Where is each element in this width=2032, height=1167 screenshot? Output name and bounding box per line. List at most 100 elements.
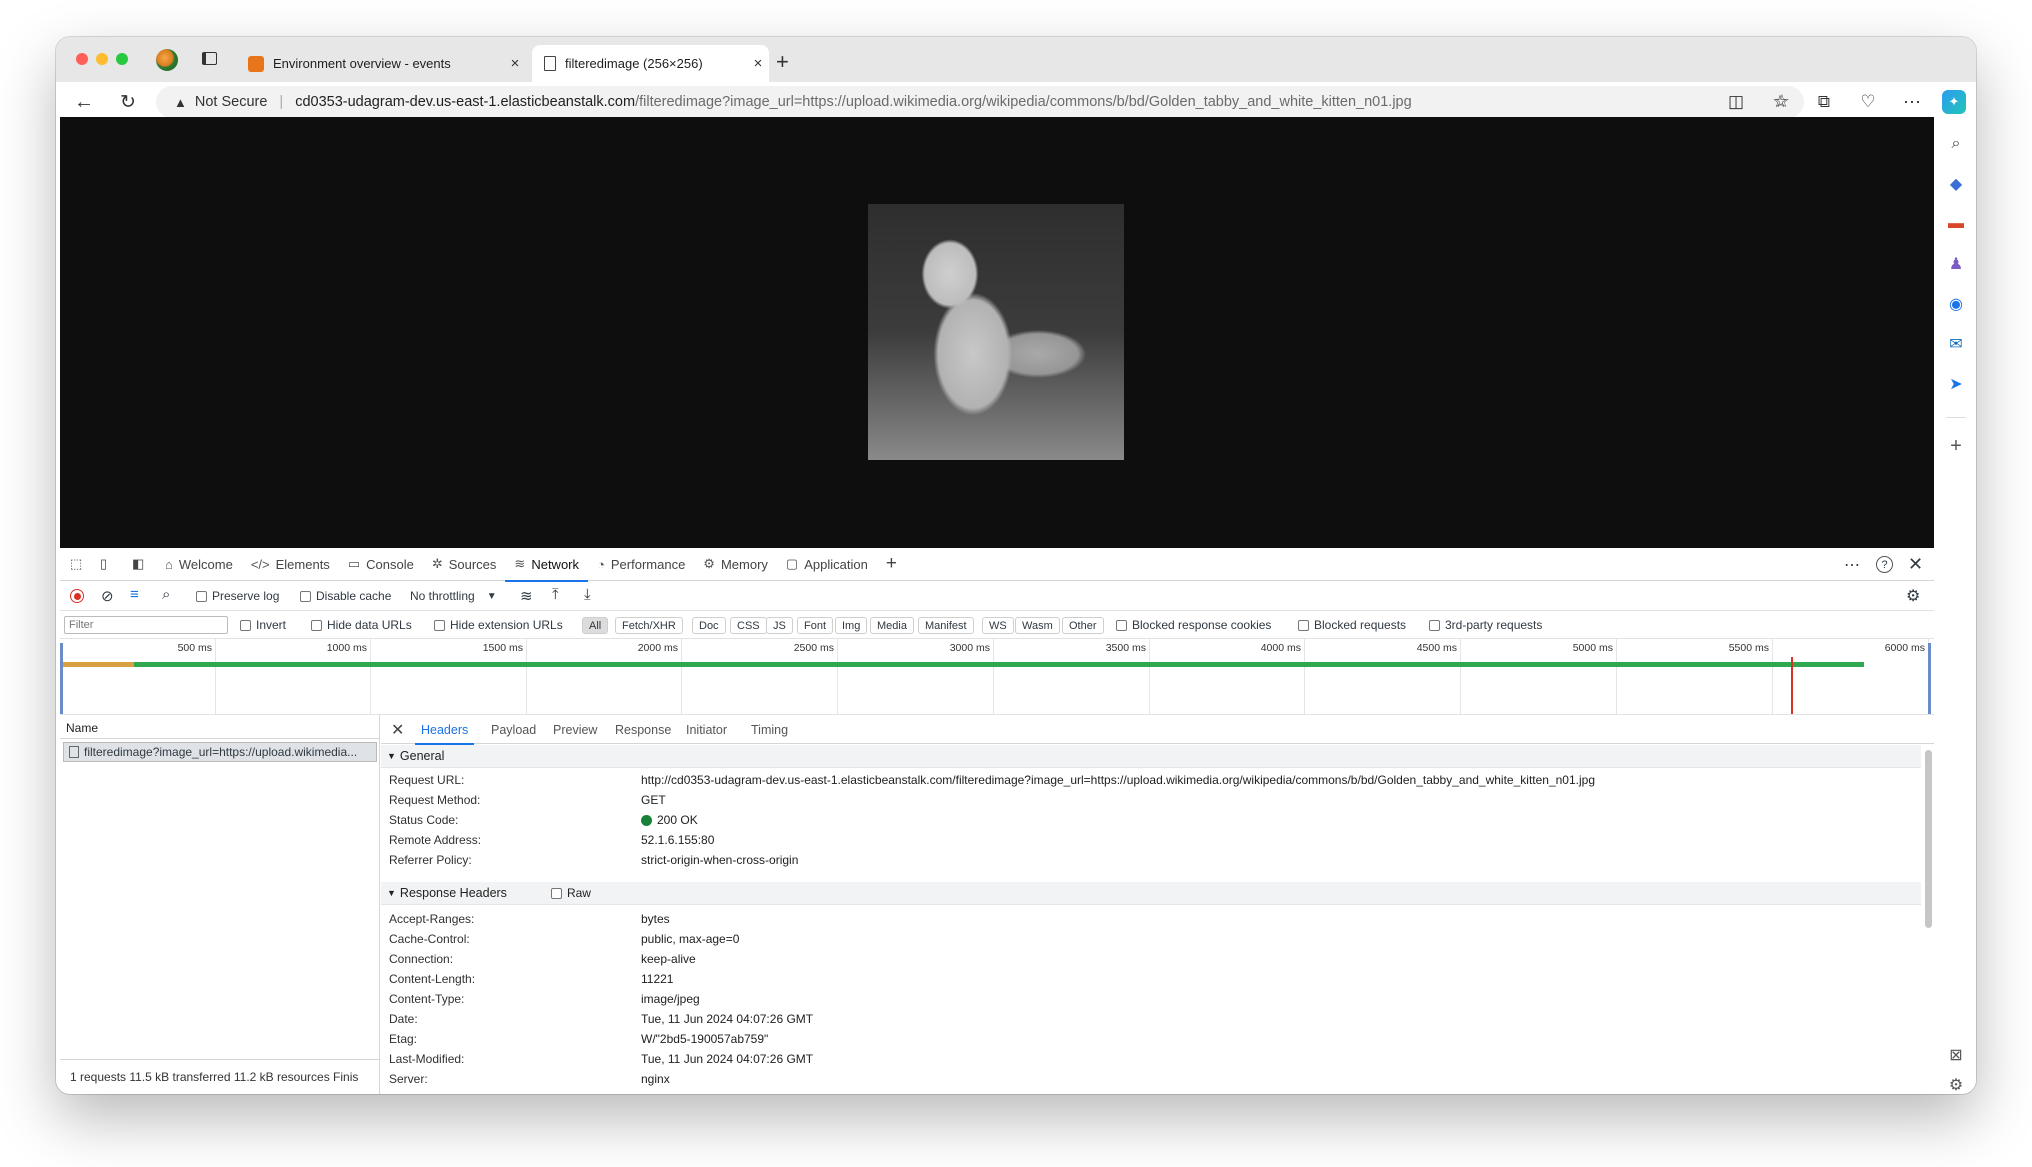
general-section-header[interactable]: ▼ General xyxy=(381,745,1921,768)
overview-handle[interactable] xyxy=(60,643,63,714)
type-filter-manifest[interactable]: Manifest xyxy=(918,617,974,634)
more-options-icon[interactable]: ⋯ xyxy=(1900,90,1924,114)
minimize-window-button[interactable] xyxy=(96,53,108,65)
address-bar[interactable]: ▲ Not Secure | cd0353-udagram-dev.us-eas… xyxy=(156,86,1804,118)
preserve-log-checkbox[interactable]: Preserve log xyxy=(196,589,279,603)
hide-extension-urls-checkbox[interactable]: Hide extension URLs xyxy=(434,618,563,632)
sidebar-settings-icon[interactable]: ⚙ xyxy=(1944,1073,1968,1094)
blocked-requests-checkbox[interactable]: Blocked requests xyxy=(1298,618,1406,632)
type-filter-js[interactable]: JS xyxy=(766,617,793,634)
tab-environment-overview[interactable]: Environment overview - events × xyxy=(238,45,526,82)
type-filter-other[interactable]: Other xyxy=(1062,617,1104,634)
shopping-tag-icon[interactable]: ◆ xyxy=(1944,172,1968,196)
tab-payload[interactable]: Payload xyxy=(491,715,536,744)
invert-checkbox[interactable]: Invert xyxy=(240,618,286,632)
tab-timing[interactable]: Timing xyxy=(751,715,788,744)
games-icon[interactable]: ♟ xyxy=(1944,252,1968,276)
type-filter-ws[interactable]: WS xyxy=(982,617,1014,634)
type-filter-wasm[interactable]: Wasm xyxy=(1015,617,1060,634)
favorites-icon[interactable]: ☆ xyxy=(1768,90,1792,114)
tab-initiator[interactable]: Initiator xyxy=(686,715,727,744)
disable-cache-checkbox[interactable]: Disable cache xyxy=(300,589,391,603)
search-icon[interactable]: ⌕ xyxy=(162,586,170,603)
tab-filteredimage[interactable]: filteredimage (256×256) × xyxy=(532,45,769,82)
type-filter-css[interactable]: CSS xyxy=(730,617,767,634)
tab-welcome[interactable]: ⌂ Welcome xyxy=(156,548,242,581)
tab-performance[interactable]: ◔ Performance xyxy=(588,548,694,581)
browser-essentials-icon[interactable]: ♡ xyxy=(1856,90,1880,114)
device-emulation-icon[interactable]: ▯ xyxy=(92,548,124,581)
close-devtools-icon[interactable]: ✕ xyxy=(1908,554,1923,575)
blocked-response-cookies-checkbox[interactable]: Blocked response cookies xyxy=(1116,618,1271,632)
tab-sources[interactable]: ✲ Sources xyxy=(423,548,506,581)
new-tab-button[interactable]: + xyxy=(776,49,789,75)
name-column-header[interactable]: Name xyxy=(66,721,98,735)
filter-icon[interactable]: ≡ xyxy=(130,586,139,603)
dock-side-icon[interactable]: ◧ xyxy=(124,548,156,581)
drop-icon[interactable]: ➤ xyxy=(1944,372,1968,396)
tab-elements[interactable]: </> Elements xyxy=(242,548,339,581)
header-key: Request URL: xyxy=(389,773,465,787)
type-filter-doc[interactable]: Doc xyxy=(692,617,726,634)
security-indicator[interactable]: Not Secure xyxy=(195,94,268,110)
response-headers-section-header[interactable]: ▼ Response Headers Raw xyxy=(381,882,1921,905)
type-filter-media[interactable]: Media xyxy=(870,617,914,634)
third-party-requests-checkbox[interactable]: 3rd-party requests xyxy=(1429,618,1542,632)
raw-checkbox[interactable]: Raw xyxy=(550,886,591,900)
split-screen-icon[interactable]: ◫ xyxy=(1724,90,1748,114)
microsoft-365-icon[interactable]: ◉ xyxy=(1944,292,1968,316)
help-icon[interactable]: ? xyxy=(1876,556,1893,573)
profile-avatar[interactable] xyxy=(156,49,178,71)
chevron-down-icon: ▼ xyxy=(486,590,497,602)
tab-memory[interactable]: ⚙ Memory xyxy=(694,548,777,581)
close-tab-icon[interactable]: × xyxy=(747,55,769,72)
tab-response[interactable]: Response xyxy=(615,715,671,744)
header-divider xyxy=(60,738,379,739)
vertical-tabs-icon[interactable] xyxy=(202,52,217,65)
outlook-icon[interactable]: ✉ xyxy=(1944,332,1968,356)
close-details-icon[interactable]: ✕ xyxy=(391,715,404,744)
table-row[interactable]: filteredimage?image_url=https://upload.w… xyxy=(63,742,377,762)
search-icon[interactable]: ⌕ xyxy=(1944,132,1968,156)
type-filter-img[interactable]: Img xyxy=(835,617,868,634)
collections-icon[interactable]: ⧉ xyxy=(1812,90,1836,114)
tab-application[interactable]: ▢ Application xyxy=(777,548,877,581)
tools-icon[interactable]: ▬ xyxy=(1944,212,1968,236)
reload-icon[interactable]: ↻ xyxy=(116,90,140,114)
customize-devtools-icon[interactable]: ⋯ xyxy=(1844,555,1860,575)
back-icon[interactable]: ← xyxy=(72,90,96,114)
timeline-tick: 1500 ms xyxy=(371,639,527,714)
filter-input[interactable] xyxy=(64,616,228,634)
details-scrollbar[interactable] xyxy=(1925,750,1932,928)
network-settings-icon[interactable]: ⚙ xyxy=(1906,586,1920,606)
import-har-icon[interactable]: ⤒ xyxy=(552,586,559,603)
hide-data-urls-checkbox[interactable]: Hide data URLs xyxy=(311,618,412,632)
tab-preview[interactable]: Preview xyxy=(553,715,597,744)
type-filter-fetch-xhr[interactable]: Fetch/XHR xyxy=(615,617,683,634)
throttling-select[interactable]: No throttling ▼ xyxy=(410,589,497,603)
clear-icon[interactable]: ⊘ xyxy=(101,587,114,605)
network-overview-timeline: 500 ms 1000 ms 1500 ms 2000 ms 2500 ms 3… xyxy=(60,639,1934,715)
request-name: filteredimage?image_url=https://upload.w… xyxy=(84,745,358,759)
address-separator: | xyxy=(279,94,284,110)
type-filter-all[interactable]: All xyxy=(582,617,609,634)
tab-network[interactable]: ≋ Network xyxy=(505,548,588,582)
copilot-icon[interactable]: ✦ xyxy=(1942,90,1966,114)
record-button[interactable] xyxy=(70,589,84,603)
url-host: cd0353-udagram-dev.us-east-1.elasticbean… xyxy=(295,94,636,110)
close-tab-icon[interactable]: × xyxy=(504,55,526,72)
bug-icon: ✲ xyxy=(431,556,443,571)
export-har-icon[interactable]: ⤓ xyxy=(584,586,591,603)
network-conditions-icon[interactable]: ≋ xyxy=(520,587,533,605)
zoom-window-button[interactable] xyxy=(116,53,128,65)
hide-sidebar-icon[interactable]: ⊠ xyxy=(1944,1043,1968,1067)
memory-chip-icon: ⚙ xyxy=(703,556,715,571)
tab-headers[interactable]: Headers xyxy=(414,715,475,745)
more-tools-plus-icon[interactable]: + xyxy=(877,548,906,581)
close-window-button[interactable] xyxy=(76,53,88,65)
tab-console[interactable]: ▭ Console xyxy=(339,548,423,581)
add-sidebar-app-icon[interactable]: + xyxy=(1944,434,1968,458)
inspect-element-icon[interactable]: ⬚ xyxy=(60,548,92,581)
overview-handle[interactable] xyxy=(1928,643,1931,714)
type-filter-font[interactable]: Font xyxy=(797,617,834,634)
